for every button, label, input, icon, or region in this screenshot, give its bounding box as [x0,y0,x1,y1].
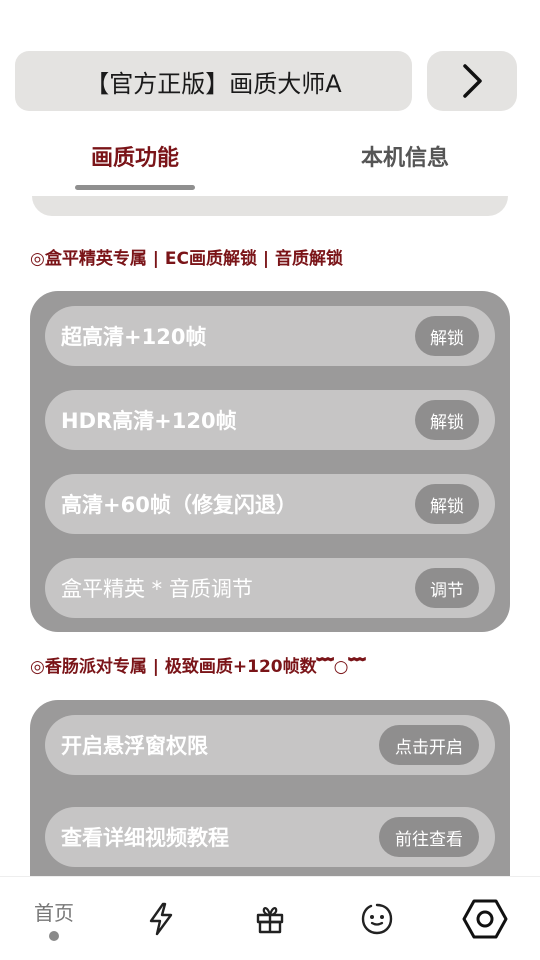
view-button[interactable]: 前往查看 [379,817,479,857]
bottom-nav: 首页 [0,876,540,960]
scrolled-card-bottom [32,196,508,216]
section-heading-sausage: ◎香肠派对专属 | 极致画质+120帧数﹌○﹌ [30,657,366,677]
next-button[interactable] [427,51,517,111]
nav-home[interactable]: 首页 [14,877,94,960]
nav-community[interactable] [337,877,417,960]
row-label: 查看详细视频教程 [61,826,229,850]
app-title: 【官方正版】画质大师A [85,69,342,98]
adjust-button[interactable]: 调节 [415,568,479,608]
list-item[interactable]: 高清+60帧（修复闪退） 解锁 [45,474,495,534]
active-indicator-dot [49,931,59,941]
gift-icon [256,907,284,934]
row-label: 超高清+120帧 [61,325,207,349]
unlock-button[interactable]: 解锁 [415,400,479,440]
list-item[interactable]: 开启悬浮窗权限 点击开启 [45,715,495,775]
settings-hexagon-icon [462,899,508,939]
nav-gift[interactable] [230,877,310,960]
enable-button[interactable]: 点击开启 [379,725,479,765]
list-item[interactable]: 超高清+120帧 解锁 [45,306,495,366]
row-label: 高清+60帧（修复闪退） [61,493,297,517]
active-tab-indicator [75,185,195,190]
row-label: HDR高清+120帧 [61,409,237,433]
list-item[interactable]: 查看详细视频教程 前往查看 [45,807,495,867]
row-label: 盒平精英 * 音质调节 [61,577,253,601]
tab-device-info[interactable]: 本机信息 [345,140,465,172]
nav-settings[interactable] [445,877,525,960]
row-label: 开启悬浮窗权限 [61,734,208,758]
unlock-button[interactable]: 解锁 [415,316,479,356]
chevron-right-icon [463,64,482,98]
unlock-button[interactable]: 解锁 [415,484,479,524]
section-panel-pubg: 超高清+120帧 解锁 HDR高清+120帧 解锁 高清+60帧（修复闪退） 解… [30,291,510,632]
smiley-icon [361,903,393,935]
tab-quality-features[interactable]: 画质功能 [75,140,195,172]
list-item[interactable]: HDR高清+120帧 解锁 [45,390,495,450]
section-heading-pubg: ◎盒平精英专属 | EC画质解锁 | 音质解锁 [30,249,344,269]
nav-boost[interactable] [121,877,201,960]
list-item[interactable]: 盒平精英 * 音质调节 调节 [45,558,495,618]
lightning-icon [149,902,173,936]
app-title-pill[interactable]: 【官方正版】画质大师A [15,51,412,111]
nav-home-label: 首页 [34,901,74,925]
